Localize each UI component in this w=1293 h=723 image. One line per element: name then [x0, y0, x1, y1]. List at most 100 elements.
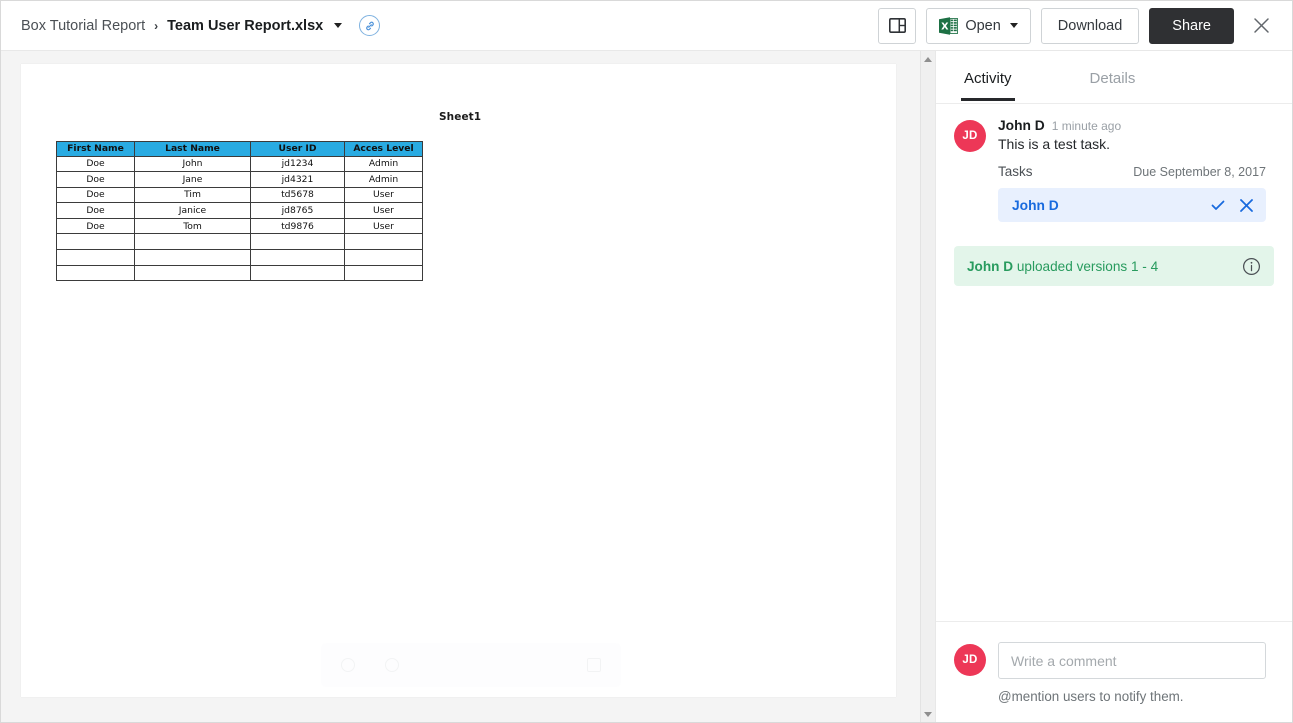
column-header-access-level: Acces Level	[344, 141, 423, 157]
task-meta-row: Tasks Due September 8, 2017	[998, 164, 1266, 179]
mention-hint-text: @mention users to notify them.	[998, 689, 1184, 704]
link-circle-icon[interactable]	[359, 15, 381, 36]
header-actions: X Open Download Share	[878, 7, 1278, 44]
cell: Doe	[56, 155, 135, 173]
activity-comment-item: JD John D 1 minute ago This is a test ta…	[936, 118, 1292, 222]
cell	[344, 249, 423, 266]
scrollbar-track[interactable]	[921, 67, 935, 706]
cell	[250, 249, 345, 266]
comment-text: This is a test task.	[998, 136, 1111, 152]
sidebar-toggle-button[interactable]	[878, 7, 917, 44]
comment-input[interactable]	[998, 642, 1266, 679]
content-area: Sheet1 First Name Last Name User ID Acce…	[1, 51, 1292, 722]
column-header-first-name: First Name	[56, 141, 135, 157]
cell: jd1234	[250, 155, 345, 173]
cell: td9876	[250, 217, 345, 235]
document-page: Sheet1 First Name Last Name User ID Acce…	[21, 64, 896, 697]
cell	[344, 264, 423, 282]
file-preview-window: Box Tutorial Report › Team User Report.x…	[0, 0, 1293, 723]
table-row	[56, 249, 423, 266]
cell: Janice	[134, 202, 251, 219]
share-button[interactable]: Share	[1149, 7, 1234, 44]
table-row: Doe John jd1234 Admin	[56, 155, 423, 173]
svg-text:X: X	[941, 21, 949, 32]
task-assignee-name[interactable]: John D	[1012, 198, 1059, 213]
cell: User	[344, 186, 423, 204]
scroll-up-arrow-icon[interactable]	[921, 51, 935, 67]
breadcrumb: Box Tutorial Report › Team User Report.x…	[21, 15, 381, 36]
tab-details[interactable]: Details	[1090, 55, 1136, 100]
version-banner-author: John D	[967, 258, 1014, 274]
open-with-button[interactable]: X Open	[926, 7, 1031, 44]
cell: Doe	[56, 217, 135, 235]
activity-sidebar: Activity Details JD John D 1 minute ago …	[935, 51, 1292, 722]
cell	[344, 233, 423, 251]
scroll-down-arrow-icon[interactable]	[921, 706, 935, 722]
task-section-label: Tasks	[998, 164, 1033, 179]
activity-feed: JD John D 1 minute ago This is a test ta…	[936, 104, 1292, 621]
cell: User	[344, 202, 423, 219]
column-header-last-name: Last Name	[134, 141, 251, 157]
breadcrumb-parent-link[interactable]: Box Tutorial Report	[21, 18, 145, 34]
cell: Admin	[344, 171, 423, 188]
cell: jd4321	[250, 171, 345, 188]
viewer-zoom-toolbar[interactable]	[321, 643, 621, 687]
share-button-label: Share	[1172, 17, 1211, 34]
info-circle-icon[interactable]	[1242, 257, 1261, 276]
cell: Doe	[56, 171, 135, 188]
task-reject-button[interactable]	[1239, 198, 1254, 213]
check-icon	[1211, 200, 1225, 210]
close-button[interactable]	[1244, 8, 1278, 44]
chevron-down-icon[interactable]	[1009, 23, 1018, 28]
cell: Tom	[134, 217, 251, 235]
tab-activity[interactable]: Activity	[961, 55, 1015, 101]
spreadsheet-table: First Name Last Name User ID Acces Level…	[56, 141, 423, 282]
cell: td5678	[250, 186, 345, 204]
table-row: Doe Janice jd8765 User	[56, 202, 423, 219]
tab-activity-label: Activity	[964, 69, 1012, 87]
zoom-out-icon[interactable]	[341, 658, 355, 672]
table-header-row: First Name Last Name User ID Acces Level	[56, 141, 423, 157]
comment-author[interactable]: John D	[998, 118, 1045, 133]
cell	[56, 264, 135, 282]
zoom-in-icon[interactable]	[385, 658, 399, 672]
cell	[56, 249, 135, 266]
cell	[134, 249, 251, 266]
fullscreen-icon[interactable]	[587, 658, 601, 672]
cell: Doe	[56, 186, 135, 204]
cell: John	[134, 155, 251, 173]
cell: Admin	[344, 155, 423, 173]
close-icon	[1240, 198, 1253, 212]
table-row: Doe Tim td5678 User	[56, 186, 423, 204]
cell	[134, 233, 251, 251]
cell: Jane	[134, 171, 251, 188]
avatar[interactable]: JD	[954, 644, 986, 676]
breadcrumb-current-file: Team User Report.xlsx	[167, 17, 324, 34]
table-row: Doe Jane jd4321 Admin	[56, 171, 423, 188]
comment-composer: JD @mention users to notify them.	[936, 621, 1292, 722]
document-viewer: Sheet1 First Name Last Name User ID Acce…	[1, 51, 920, 722]
cell: Tim	[134, 186, 251, 204]
close-icon	[1253, 18, 1269, 33]
document-scrollbar[interactable]	[920, 51, 935, 722]
excel-file-icon: X	[939, 16, 959, 36]
task-approve-button[interactable]	[1210, 197, 1226, 213]
version-banner-message: uploaded versions 1 - 4	[1013, 258, 1159, 274]
download-button[interactable]: Download	[1040, 7, 1140, 44]
cell	[250, 264, 345, 282]
version-upload-banner[interactable]: John D uploaded versions 1 - 4	[954, 246, 1274, 286]
cell	[134, 264, 251, 282]
sidebar-tabs: Activity Details	[936, 51, 1292, 104]
download-button-label: Download	[1057, 17, 1123, 34]
avatar[interactable]: JD	[954, 120, 986, 152]
tab-details-label: Details	[1089, 69, 1136, 87]
table-row	[56, 264, 423, 282]
version-banner-text: John D uploaded versions 1 - 4	[967, 259, 1158, 274]
sheet-name-label: Sheet1	[439, 111, 482, 123]
cell	[56, 233, 135, 251]
table-row	[56, 233, 423, 251]
task-due-date: Due September 8, 2017	[1133, 165, 1266, 179]
chevron-down-icon[interactable]	[334, 23, 343, 28]
task-assignee-actions	[1210, 197, 1254, 213]
comment-timestamp: 1 minute ago	[1051, 119, 1122, 133]
